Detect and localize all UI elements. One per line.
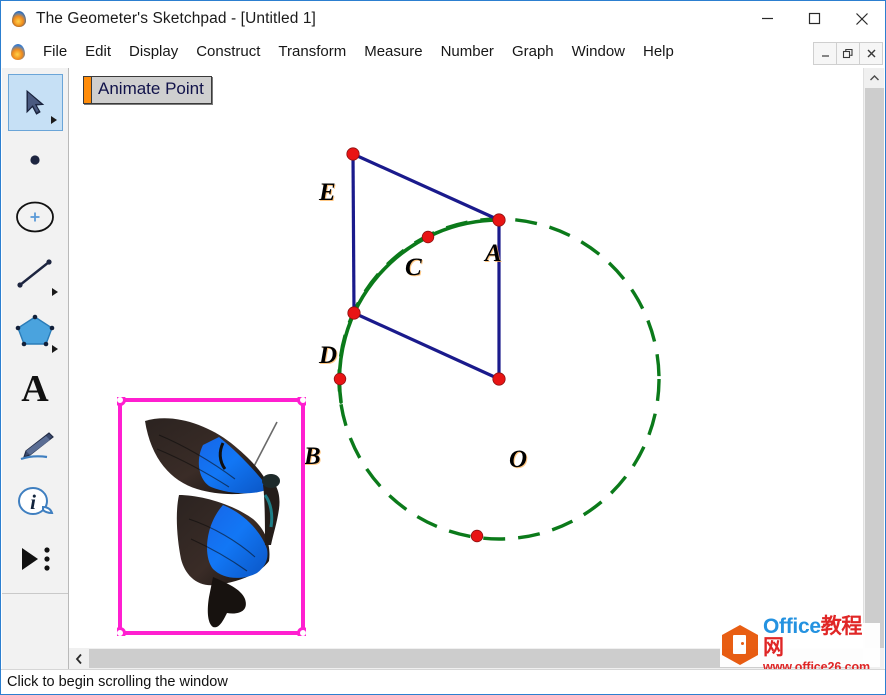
- flyout-arrow-icon[interactable]: [51, 345, 58, 353]
- segment-ED[interactable]: [351, 153, 356, 314]
- polygon-icon: [15, 314, 55, 346]
- close-button[interactable]: [838, 1, 885, 36]
- picture-handle-br: [297, 627, 306, 636]
- picture-handle-bl: [117, 627, 126, 636]
- vertical-scrollbar[interactable]: [863, 68, 884, 672]
- point-B-on-arc[interactable]: [333, 372, 347, 386]
- segment-DO[interactable]: [353, 311, 500, 381]
- picture-selection-frame[interactable]: [117, 397, 306, 636]
- sketch-canvas-area[interactable]: Animate Point E A C D O B: [69, 68, 885, 694]
- flyout-arrow-icon[interactable]: [51, 288, 58, 296]
- status-bar: Click to begin scrolling the window: [1, 669, 885, 694]
- label-E[interactable]: E: [319, 179, 336, 207]
- svg-text:A: A: [21, 368, 49, 408]
- point-on-circle[interactable]: [470, 529, 484, 543]
- menu-file[interactable]: File: [34, 40, 76, 64]
- status-message: Click to begin scrolling the window: [7, 674, 228, 690]
- mdi-restore-button[interactable]: [836, 42, 860, 65]
- compass-circle-tool[interactable]: [8, 188, 63, 245]
- arrow-select-tool[interactable]: [7, 74, 63, 131]
- butterfly-picture[interactable]: [117, 397, 306, 636]
- straightedge-tool[interactable]: [8, 245, 63, 302]
- watermark: Office教程网 www.office26.com: [720, 616, 880, 673]
- menu-help[interactable]: Help: [634, 40, 683, 64]
- point-icon: [30, 154, 40, 165]
- custom-tool[interactable]: [8, 530, 63, 587]
- menu-number[interactable]: Number: [432, 40, 503, 64]
- toolbox-divider: [2, 593, 68, 594]
- sketchpad-window: The Geometer's Sketchpad - [Untitled 1] …: [0, 0, 886, 695]
- label-B[interactable]: B: [304, 443, 321, 471]
- flyout-arrow-icon[interactable]: [50, 116, 57, 124]
- menu-construct[interactable]: Construct: [187, 40, 269, 64]
- menu-graph[interactable]: Graph: [503, 40, 563, 64]
- scroll-up-button[interactable]: [864, 68, 885, 87]
- point-O[interactable]: [492, 372, 506, 386]
- marker-tool[interactable]: [8, 416, 63, 473]
- sketch-canvas[interactable]: Animate Point E A C D O B: [69, 68, 858, 640]
- vertical-scroll-thumb[interactable]: [865, 88, 884, 652]
- chevron-up-icon: [870, 74, 879, 80]
- point-tool[interactable]: [8, 131, 63, 188]
- sketchpad-drop-icon: [10, 10, 28, 28]
- picture-handle-tl: [117, 397, 126, 406]
- label-D[interactable]: D: [319, 342, 337, 370]
- information-balloon-icon: i: [18, 486, 54, 515]
- information-tool[interactable]: i: [8, 473, 63, 530]
- marker-pen-icon: [20, 431, 54, 460]
- text-letter-a-icon: A: [21, 368, 49, 408]
- segment-line-icon: [17, 258, 52, 288]
- watermark-brand-latin: Office: [763, 615, 821, 639]
- segment-EA[interactable]: [352, 152, 500, 222]
- arrow-cursor-icon: [26, 89, 45, 115]
- chevron-left-icon: [75, 653, 82, 664]
- tool-palette: A i: [2, 68, 69, 694]
- point-A[interactable]: [492, 213, 506, 227]
- scroll-left-button[interactable]: [69, 648, 88, 669]
- label-C[interactable]: C: [405, 254, 422, 282]
- menu-transform[interactable]: Transform: [269, 40, 355, 64]
- circle-compass-icon: [16, 201, 54, 232]
- menu-edit[interactable]: Edit: [76, 40, 120, 64]
- window-title: The Geometer's Sketchpad - [Untitled 1]: [36, 9, 316, 27]
- point-C[interactable]: [421, 230, 435, 244]
- label-A[interactable]: A: [485, 240, 502, 268]
- svg-text:i: i: [30, 490, 36, 514]
- mdi-minimize-button[interactable]: [813, 42, 837, 65]
- menu-window[interactable]: Window: [563, 40, 634, 64]
- mdi-window-controls: [813, 42, 883, 65]
- label-O[interactable]: O: [509, 446, 527, 474]
- point-D[interactable]: [347, 306, 361, 320]
- office-hexagon-icon: [720, 624, 760, 666]
- maximize-button[interactable]: [791, 1, 838, 36]
- document-drop-icon: [10, 43, 27, 61]
- window-controls: [744, 1, 885, 36]
- menu-bar: File Edit Display Construct Transform Me…: [1, 36, 885, 68]
- mdi-close-button[interactable]: [859, 42, 883, 65]
- text-tool[interactable]: A: [8, 359, 63, 416]
- watermark-brand: Office教程网: [763, 616, 880, 658]
- play-triangle-dots-icon: [22, 546, 50, 571]
- picture-handle-tr: [297, 397, 306, 406]
- minimize-button[interactable]: [744, 1, 791, 36]
- polygon-tool[interactable]: [8, 302, 63, 359]
- menu-measure[interactable]: Measure: [355, 40, 431, 64]
- menu-display[interactable]: Display: [120, 40, 187, 64]
- title-bar: The Geometer's Sketchpad - [Untitled 1]: [1, 1, 885, 36]
- point-E[interactable]: [346, 147, 360, 161]
- solid-arc[interactable]: [337, 218, 501, 404]
